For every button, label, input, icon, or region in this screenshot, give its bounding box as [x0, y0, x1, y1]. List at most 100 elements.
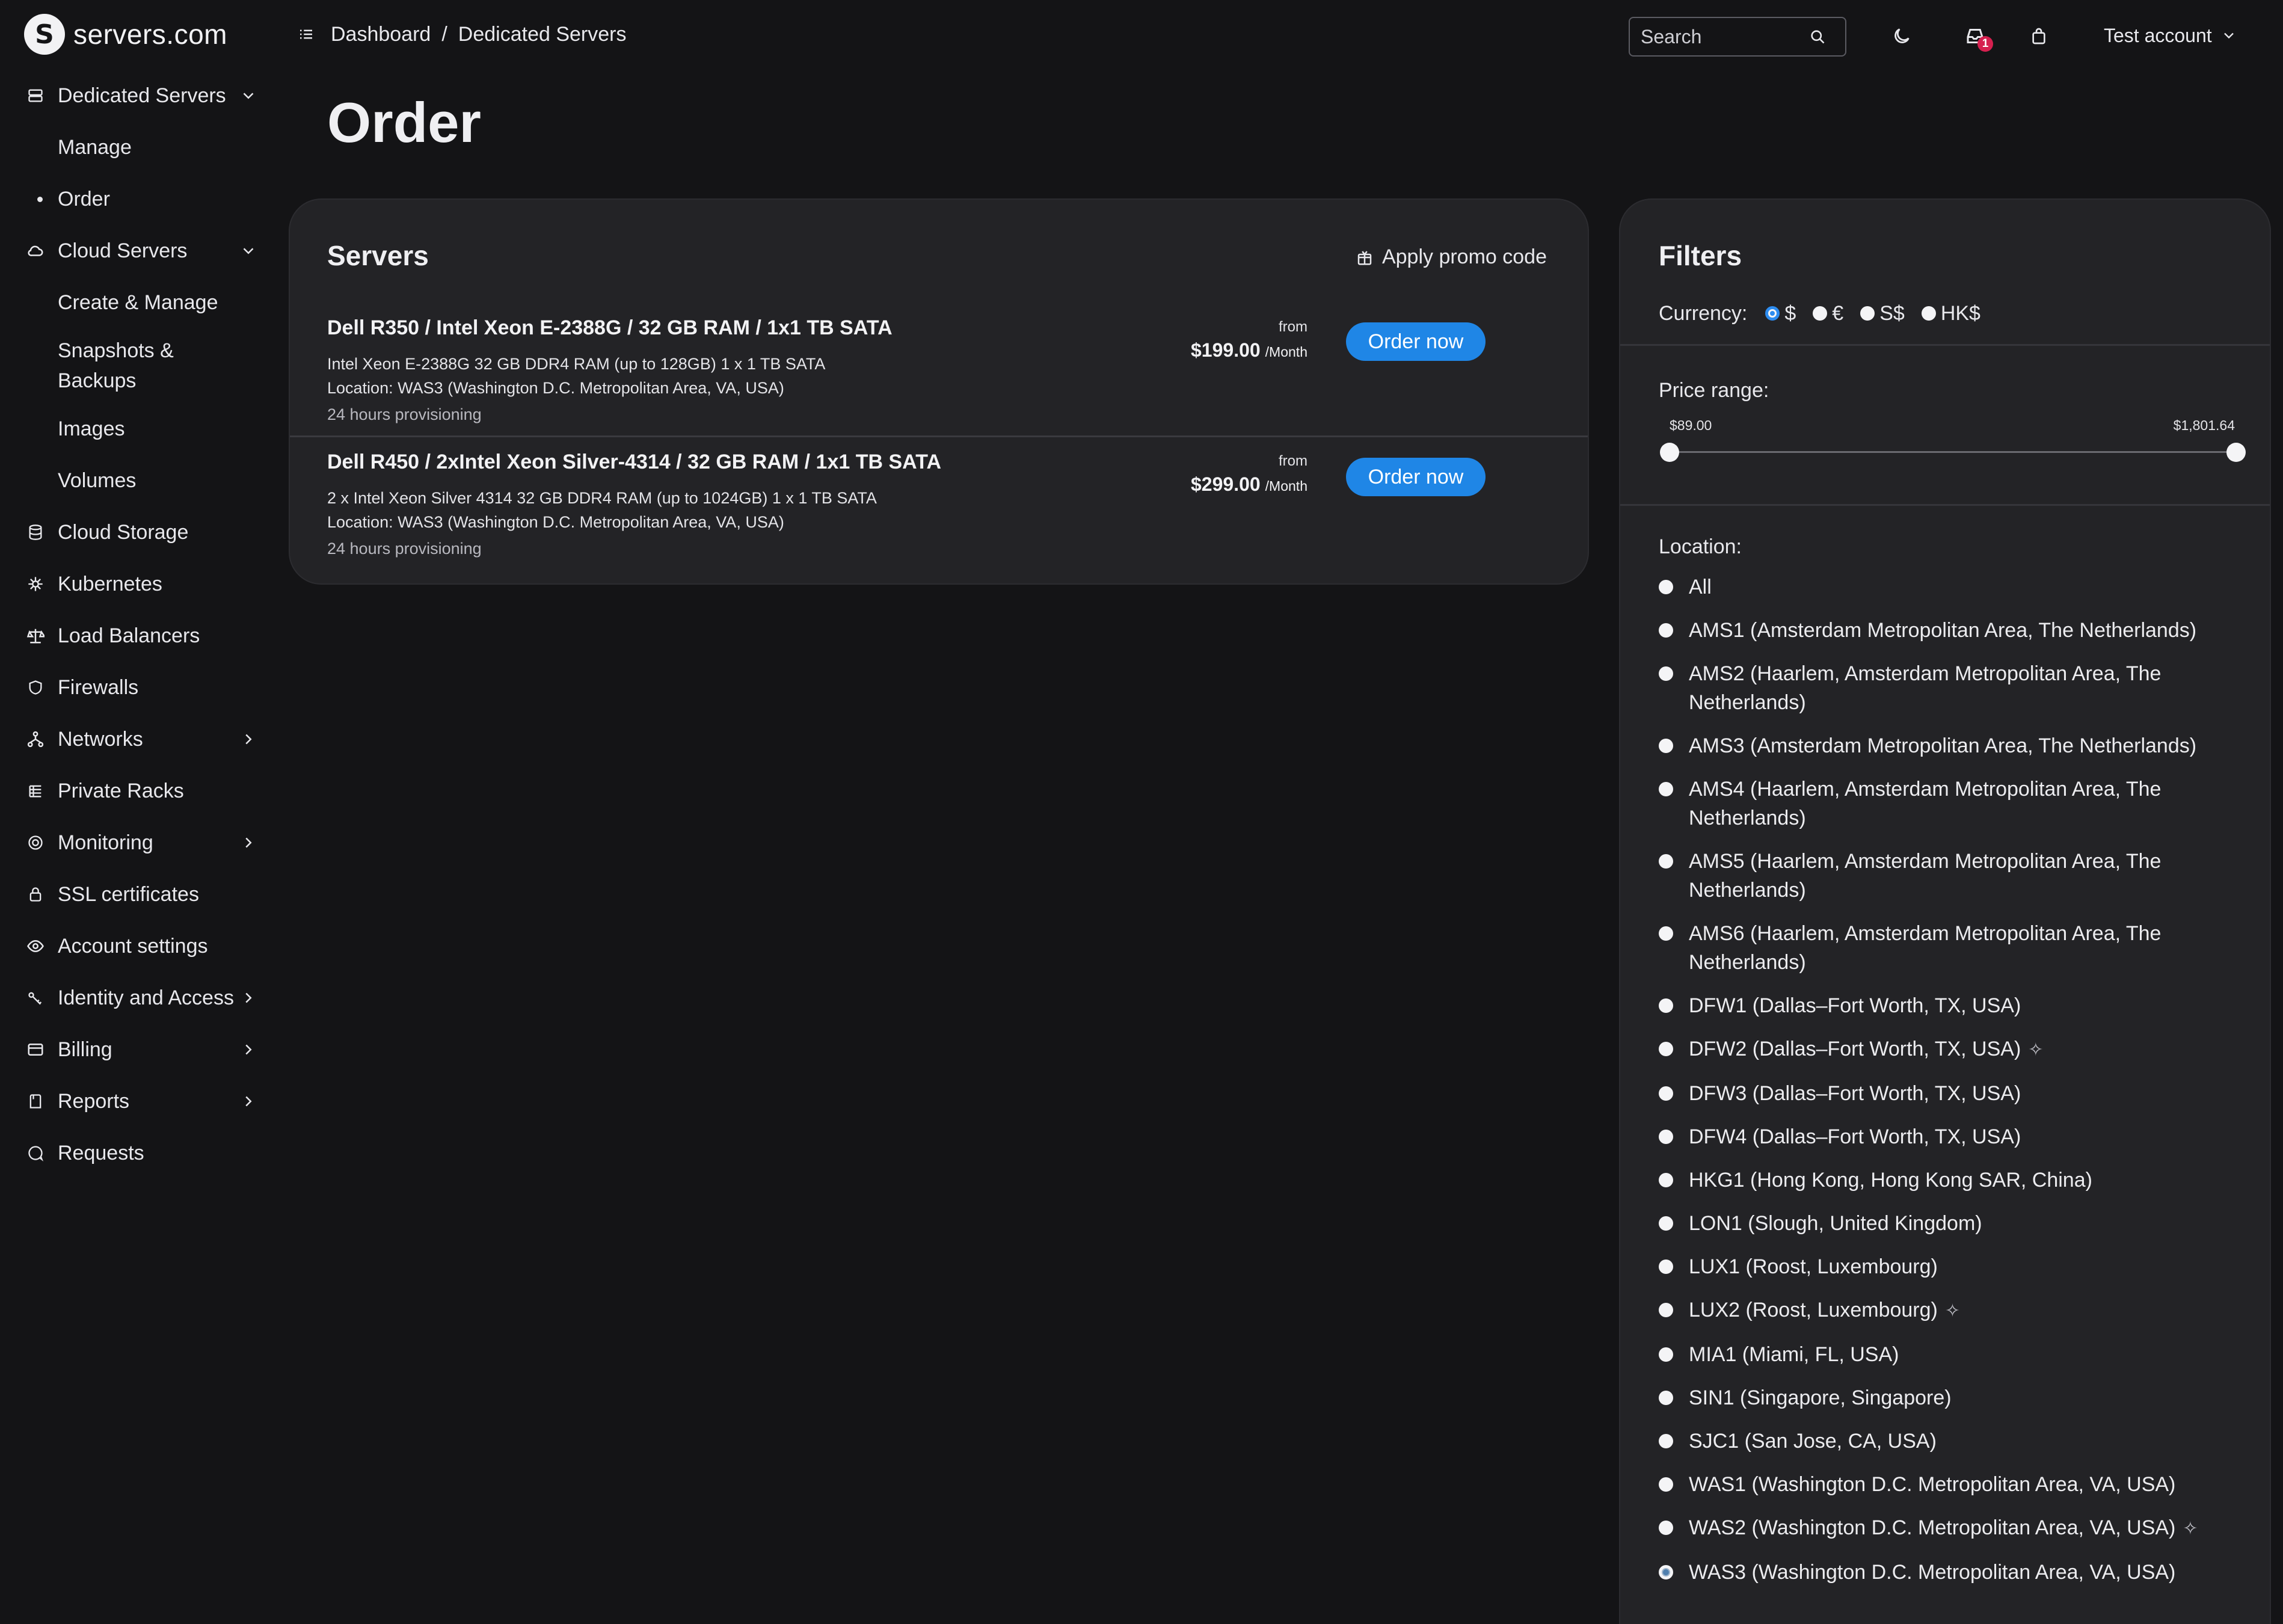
sidebar-item-billing[interactable]: Billing [0, 1024, 274, 1075]
location-option[interactable]: SJC1 (San Jose, CA, USA) [1659, 1427, 2248, 1456]
sidebar-item-firewalls[interactable]: Firewalls [0, 662, 274, 713]
location-option[interactable]: AMS1 (Amsterdam Metropolitan Area, The N… [1659, 616, 2248, 645]
currency-value: $ [1784, 301, 1796, 325]
location-option[interactable]: WAS2 (Washington D.C. Metropolitan Area,… [1659, 1513, 2248, 1543]
location-option-label: WAS3 (Washington D.C. Metropolitan Area,… [1689, 1558, 2175, 1587]
location-name: DFW1 (Dallas–Fort Worth, TX, USA) [1689, 994, 2021, 1017]
brand-name: servers.com [73, 19, 227, 50]
sidebar-item-networks[interactable]: Networks [0, 713, 274, 765]
location-name: AMS6 (Haarlem, Amsterdam Metropolitan Ar… [1689, 922, 2162, 974]
server-provisioning: 24 hours provisioning [327, 540, 482, 558]
sidebar-item-images[interactable]: Images [0, 403, 274, 455]
sidebar-item-private-racks[interactable]: Private Racks [0, 765, 274, 817]
location-option[interactable]: All [1659, 573, 2248, 601]
sidebar-item-reports[interactable]: Reports [0, 1075, 274, 1127]
search-icon[interactable] [1809, 28, 1826, 45]
price-slider-min-handle[interactable] [1660, 443, 1679, 462]
theme-toggle-moon-icon[interactable] [1888, 23, 1915, 49]
brand-logo[interactable]: S servers.com [24, 13, 227, 55]
sidebar-item-kubernetes[interactable]: Kubernetes [0, 558, 274, 610]
divider [1620, 504, 2270, 506]
radio-icon [1659, 666, 1673, 681]
sidebar-item-account-settings[interactable]: Account settings [0, 920, 274, 972]
notifications-button[interactable]: 1 [1962, 23, 1993, 52]
price-slider-max-handle[interactable] [2226, 443, 2246, 462]
location-option[interactable]: DFW3 (Dallas–Fort Worth, TX, USA) [1659, 1079, 2248, 1108]
sidebar-item-cloud-storage[interactable]: Cloud Storage [0, 506, 274, 558]
location-name: AMS5 (Haarlem, Amsterdam Metropolitan Ar… [1689, 850, 2162, 902]
location-name: DFW4 (Dallas–Fort Worth, TX, USA) [1689, 1125, 2021, 1148]
location-name: DFW3 (Dallas–Fort Worth, TX, USA) [1689, 1082, 2021, 1105]
price-slider-track[interactable] [1670, 451, 2236, 453]
radio-selected-icon [1659, 1565, 1673, 1579]
location-option[interactable]: WAS3 (Washington D.C. Metropolitan Area,… [1659, 1558, 2248, 1587]
sidebar-item-requests[interactable]: Requests [0, 1127, 274, 1179]
location-option[interactable]: AMS3 (Amsterdam Metropolitan Area, The N… [1659, 731, 2248, 760]
location-option[interactable]: AMS4 (Haarlem, Amsterdam Metropolitan Ar… [1659, 775, 2248, 832]
order-now-button[interactable]: Order now [1346, 322, 1486, 361]
location-option[interactable]: LUX1 (Roost, Luxembourg) [1659, 1252, 2248, 1281]
sidebar-item-label: Billing [58, 1038, 112, 1061]
currency-option-hkd[interactable]: HK$ [1921, 302, 1980, 325]
chevron-down-icon [2220, 27, 2237, 44]
location-option-label: AMS3 (Amsterdam Metropolitan Area, The N… [1689, 731, 2196, 760]
chevron-right-icon [239, 1041, 257, 1059]
sidebar-item-order[interactable]: Order [0, 173, 274, 225]
location-option[interactable]: LON1 (Slough, United Kingdom) [1659, 1209, 2248, 1238]
active-bullet-icon [37, 196, 43, 202]
sidebar-item-ssl-certificates[interactable]: SSL certificates [0, 869, 274, 920]
sidebar-item-create-manage[interactable]: Create & Manage [0, 277, 274, 328]
currency-option-usd[interactable]: $ [1765, 302, 1796, 325]
sidebar-item-load-balancers[interactable]: Load Balancers [0, 610, 274, 662]
radio-icon [1659, 1347, 1673, 1362]
location-option[interactable]: AMS2 (Haarlem, Amsterdam Metropolitan Ar… [1659, 659, 2248, 717]
breadcrumb-dashboard[interactable]: Dashboard [331, 23, 431, 46]
apply-promo-button[interactable]: Apply promo code [1356, 245, 1547, 269]
currency-option-eur[interactable]: € [1813, 302, 1843, 325]
search-box[interactable] [1629, 17, 1846, 57]
sidebar-item-label: Load Balancers [58, 624, 200, 647]
account-menu[interactable]: Test account [2104, 20, 2237, 51]
location-option[interactable]: HKG1 (Hong Kong, Hong Kong SAR, China) [1659, 1166, 2248, 1195]
server-location: Location: WAS3 (Washington D.C. Metropol… [327, 379, 784, 397]
currency-value: € [1832, 301, 1844, 325]
breadcrumb: Dashboard / Dedicated Servers [297, 18, 626, 51]
radio-selected-icon [1765, 306, 1780, 321]
sidebar-item-snapshots-backups[interactable]: Snapshots & Backups [0, 328, 274, 403]
cart-button[interactable] [2026, 23, 2052, 49]
radio-icon [1659, 1391, 1673, 1405]
location-option-label: DFW2 (Dallas–Fort Worth, TX, USA) ✧ [1689, 1035, 2043, 1065]
sidebar-item-manage[interactable]: Manage [0, 121, 274, 173]
balance-icon [26, 627, 45, 645]
location-name: SJC1 (San Jose, CA, USA) [1689, 1430, 1937, 1453]
location-option[interactable]: AMS6 (Haarlem, Amsterdam Metropolitan Ar… [1659, 919, 2248, 977]
card-icon [26, 1041, 45, 1059]
sidebar-item-volumes[interactable]: Volumes [0, 455, 274, 506]
search-input[interactable] [1641, 25, 1809, 48]
location-option[interactable]: AMS5 (Haarlem, Amsterdam Metropolitan Ar… [1659, 847, 2248, 905]
location-option[interactable]: DFW2 (Dallas–Fort Worth, TX, USA) ✧ [1659, 1035, 2248, 1065]
chevron-right-icon [239, 1092, 257, 1110]
sidebar-item-identity-access[interactable]: Identity and Access [0, 972, 274, 1024]
breadcrumb-dedicated-servers[interactable]: Dedicated Servers [458, 23, 627, 46]
location-option[interactable]: WAS1 (Washington D.C. Metropolitan Area,… [1659, 1470, 2248, 1499]
radio-icon [1659, 1173, 1673, 1187]
sidebar-item-label: Cloud Storage [58, 520, 189, 544]
location-option[interactable]: MIA1 (Miami, FL, USA) [1659, 1340, 2248, 1369]
location-option[interactable]: LUX2 (Roost, Luxembourg) ✧ [1659, 1296, 2248, 1326]
location-option[interactable]: SIN1 (Singapore, Singapore) [1659, 1383, 2248, 1412]
location-option-label: HKG1 (Hong Kong, Hong Kong SAR, China) [1689, 1166, 2092, 1195]
sidebar-item-cloud-servers[interactable]: Cloud Servers [0, 225, 274, 277]
location-option[interactable]: DFW4 (Dallas–Fort Worth, TX, USA) [1659, 1122, 2248, 1151]
sidebar-item-label: Requests [58, 1141, 144, 1164]
location-option[interactable]: DFW1 (Dallas–Fort Worth, TX, USA) [1659, 991, 2248, 1020]
currency-option-sgd[interactable]: S$ [1860, 302, 1905, 325]
location-option-label: LUX2 (Roost, Luxembourg) ✧ [1689, 1296, 1960, 1326]
list-icon[interactable] [297, 25, 315, 43]
price-range-label: Price range: [1659, 379, 1769, 402]
chevron-down-icon [239, 87, 257, 105]
location-label: Location: [1659, 535, 1742, 558]
order-now-button[interactable]: Order now [1346, 458, 1486, 496]
sidebar-item-monitoring[interactable]: Monitoring [0, 817, 274, 869]
sidebar-item-dedicated-servers[interactable]: Dedicated Servers [0, 70, 274, 121]
